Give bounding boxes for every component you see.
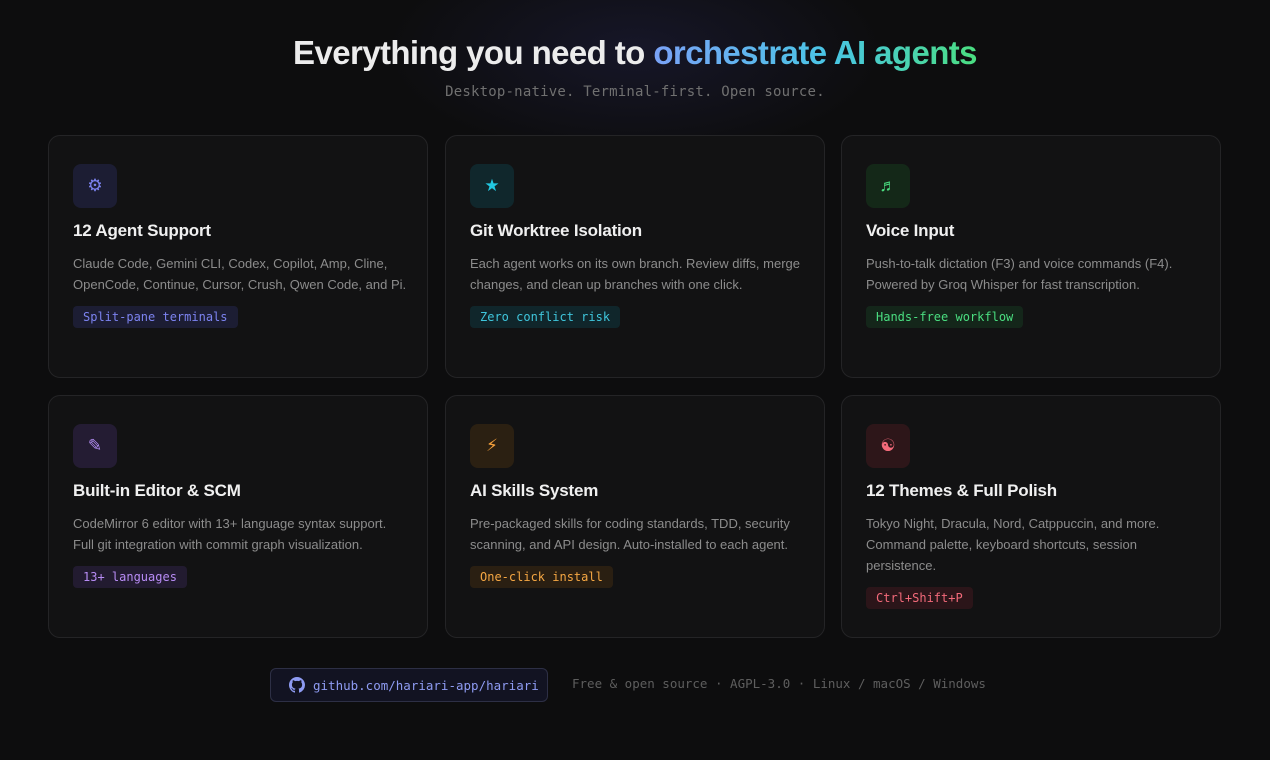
card-description: Claude Code, Gemini CLI, Codex, Copilot,… — [73, 256, 407, 292]
card-title: 12 Themes & Full Polish — [866, 481, 1057, 500]
card-description: Each agent works on its own branch. Revi… — [470, 256, 800, 292]
pencil-icon: ✎ — [87, 436, 103, 455]
card-icon: ♬ — [866, 164, 910, 208]
feature-card: ⚡ AI Skills System Pre-packaged skills f… — [445, 395, 825, 638]
card-description: Push-to-talk dictation (F3) and voice co… — [866, 256, 1173, 292]
card-icon: ✎ — [73, 424, 117, 468]
card-title: Built-in Editor & SCM — [73, 481, 241, 500]
card-title: Voice Input — [866, 221, 955, 240]
card-title: Git Worktree Isolation — [470, 221, 642, 240]
card-tag: 13+ languages — [73, 566, 187, 588]
feature-card: ⚙ 12 Agent Support Claude Code, Gemini C… — [48, 135, 428, 378]
music-note-icon: ♬ — [879, 176, 897, 195]
lightning-icon: ⚡ — [486, 436, 498, 455]
card-tag: Ctrl+Shift+P — [866, 587, 973, 609]
hero-title: Everything you need to orchestrate AI ag… — [0, 34, 1270, 72]
feature-card: ♬ Voice Input Push-to-talk dictation (F3… — [841, 135, 1221, 378]
hero-title-gradient: orchestrate AI agents — [653, 34, 977, 71]
card-tag: One-click install — [470, 566, 613, 588]
github-repo-link[interactable]: github.com/hariari-app/hariari — [270, 668, 548, 702]
card-title: 12 Agent Support — [73, 221, 211, 240]
gear-icon: ⚙ — [87, 176, 103, 195]
star-icon: ★ — [484, 176, 500, 195]
card-tag: Hands-free workflow — [866, 306, 1024, 328]
hero-subtitle: Desktop-native. Terminal-first. Open sou… — [445, 84, 825, 100]
card-icon: ⚡ — [470, 424, 514, 468]
palette-icon: ☯ — [880, 436, 896, 455]
feature-card: ★ Git Worktree Isolation Each agent work… — [445, 135, 825, 378]
github-icon — [289, 677, 305, 693]
feature-card: ☯ 12 Themes & Full Polish Tokyo Night, D… — [841, 395, 1221, 638]
card-icon: ★ — [470, 164, 514, 208]
github-repo-label: github.com/hariari-app/hariari — [313, 677, 539, 693]
feature-card: ✎ Built-in Editor & SCM CodeMirror 6 edi… — [48, 395, 428, 638]
card-description: Tokyo Night, Dracula, Nord, Catppuccin, … — [866, 516, 1160, 573]
card-icon: ⚙ — [73, 164, 117, 208]
card-description: Pre-packaged skills for coding standards… — [470, 516, 790, 552]
card-icon: ☯ — [866, 424, 910, 468]
card-tag: Zero conflict risk — [470, 306, 621, 328]
card-title: AI Skills System — [470, 481, 599, 500]
card-tag: Split-pane terminals — [73, 306, 238, 328]
card-description: CodeMirror 6 editor with 13+ language sy… — [73, 516, 387, 552]
hero-title-plain: Everything you need to — [293, 34, 654, 71]
footer-meta: Free & open source · AGPL-3.0 · Linux / … — [572, 676, 986, 691]
